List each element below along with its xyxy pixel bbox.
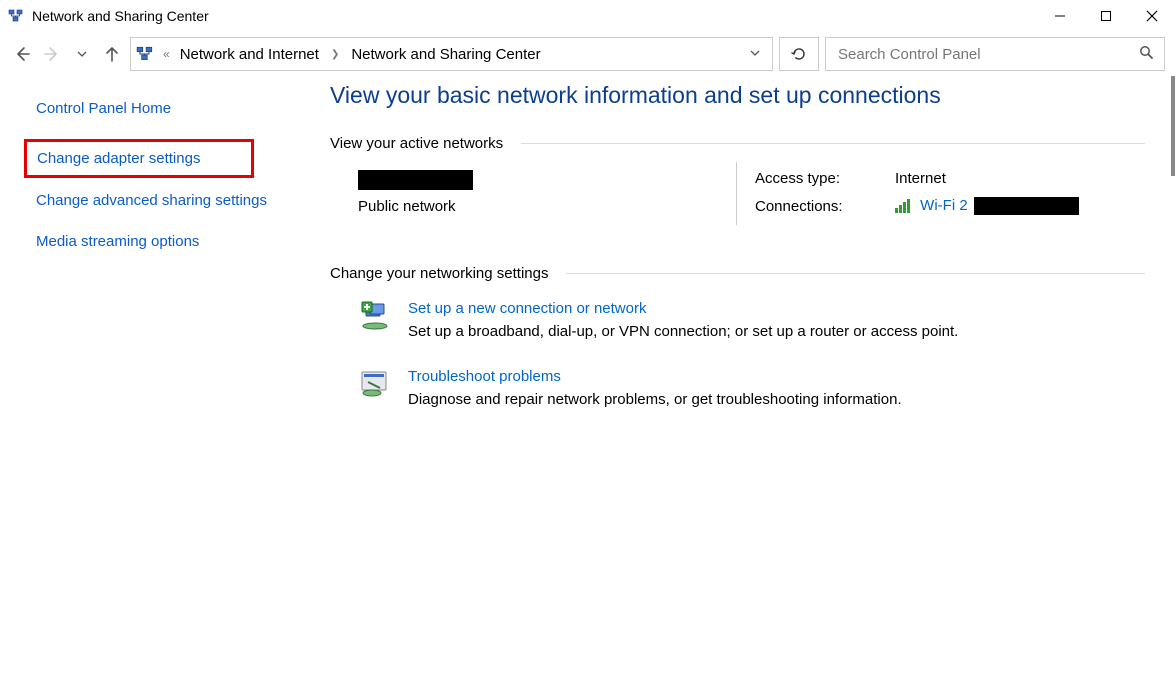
wifi-signal-icon bbox=[895, 199, 910, 213]
forward-button[interactable] bbox=[40, 38, 64, 70]
close-button[interactable] bbox=[1129, 0, 1175, 32]
divider bbox=[736, 162, 737, 225]
main-content: View your basic network information and … bbox=[300, 76, 1175, 692]
breadcrumb-overflow-icon[interactable]: « bbox=[159, 47, 174, 61]
troubleshoot-task[interactable]: Troubleshoot problems Diagnose and repai… bbox=[330, 368, 1145, 408]
search-input[interactable] bbox=[836, 45, 1139, 64]
connections-label: Connections: bbox=[755, 198, 895, 215]
connection-link[interactable]: Wi-Fi 2 bbox=[920, 197, 968, 214]
section-label: View your active networks bbox=[330, 135, 521, 152]
setup-connection-desc: Set up a broadband, dial-up, or VPN conn… bbox=[408, 323, 958, 340]
troubleshoot-link[interactable]: Troubleshoot problems bbox=[408, 368, 902, 385]
window-title: Network and Sharing Center bbox=[32, 8, 209, 24]
ssid-redacted bbox=[974, 197, 1079, 215]
title-bar: Network and Sharing Center bbox=[0, 0, 1175, 32]
change-adapter-settings-link[interactable]: Change adapter settings bbox=[24, 139, 254, 178]
change-advanced-sharing-link[interactable]: Change advanced sharing settings bbox=[36, 190, 280, 211]
new-connection-icon bbox=[358, 300, 392, 334]
chevron-right-icon[interactable]: ❯ bbox=[325, 49, 345, 60]
setup-connection-link[interactable]: Set up a new connection or network bbox=[408, 300, 958, 317]
recent-locations-button[interactable] bbox=[70, 38, 94, 70]
address-bar[interactable]: « Network and Internet ❯ Network and Sha… bbox=[130, 37, 773, 71]
page-title: View your basic network information and … bbox=[330, 82, 1145, 109]
active-network-panel: Public network Access type: Internet Con… bbox=[330, 170, 1145, 225]
sidebar: Control Panel Home Change adapter settin… bbox=[0, 76, 300, 692]
minimize-button[interactable] bbox=[1037, 0, 1083, 32]
scrollbar[interactable] bbox=[1171, 76, 1175, 176]
refresh-button[interactable] bbox=[779, 37, 819, 71]
search-icon[interactable] bbox=[1139, 45, 1154, 64]
network-type: Public network bbox=[358, 198, 736, 215]
address-dropdown-button[interactable] bbox=[742, 48, 768, 61]
up-button[interactable] bbox=[100, 38, 124, 70]
setup-connection-task[interactable]: Set up a new connection or network Set u… bbox=[330, 300, 1145, 340]
network-name-redacted bbox=[358, 170, 473, 190]
search-box[interactable] bbox=[825, 37, 1165, 71]
navigation-row: « Network and Internet ❯ Network and Sha… bbox=[0, 32, 1175, 76]
active-networks-header: View your active networks bbox=[330, 135, 1145, 152]
location-icon bbox=[135, 44, 155, 64]
troubleshoot-desc: Diagnose and repair network problems, or… bbox=[408, 391, 902, 408]
access-type-value: Internet bbox=[895, 170, 946, 187]
breadcrumb-item[interactable]: Network and Internet bbox=[178, 46, 321, 63]
maximize-button[interactable] bbox=[1083, 0, 1129, 32]
media-streaming-options-link[interactable]: Media streaming options bbox=[36, 231, 280, 252]
back-button[interactable] bbox=[10, 38, 34, 70]
troubleshoot-icon bbox=[358, 368, 392, 402]
access-type-label: Access type: bbox=[755, 170, 895, 187]
network-center-icon bbox=[8, 8, 24, 24]
change-settings-header: Change your networking settings bbox=[330, 265, 1145, 282]
control-panel-home-link[interactable]: Control Panel Home bbox=[36, 98, 280, 119]
breadcrumb-item[interactable]: Network and Sharing Center bbox=[349, 46, 542, 63]
section-label: Change your networking settings bbox=[330, 265, 566, 282]
divider bbox=[566, 273, 1145, 274]
divider bbox=[521, 143, 1145, 144]
